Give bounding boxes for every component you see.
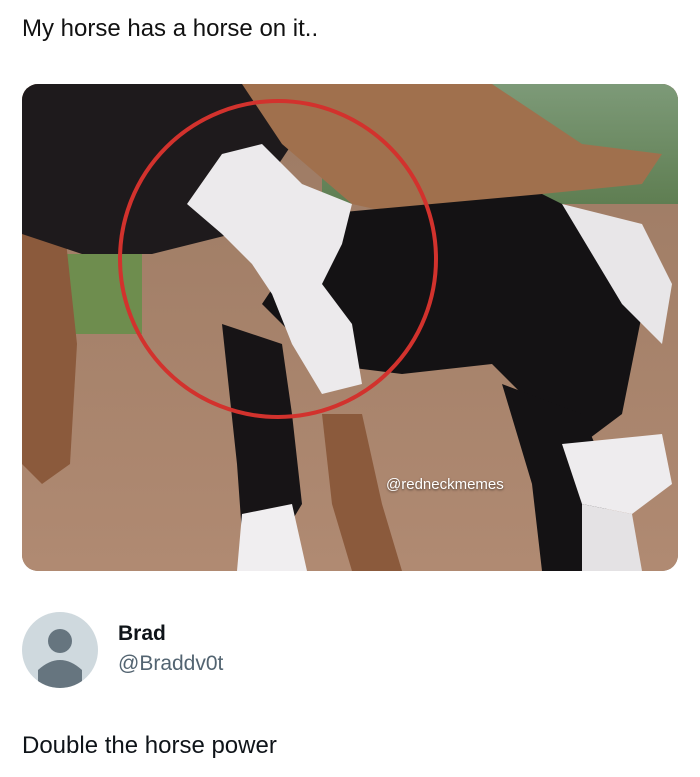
author-name[interactable]: Brad bbox=[118, 622, 166, 646]
reply-author[interactable]: Brad @Braddv0t bbox=[22, 612, 422, 690]
post-image[interactable]: @redneckmemes bbox=[22, 84, 678, 571]
post-text: My horse has a horse on it.. bbox=[22, 15, 319, 42]
default-avatar-icon[interactable] bbox=[22, 612, 98, 688]
image-watermark: @redneckmemes bbox=[386, 476, 504, 493]
author-handle[interactable]: @Braddv0t bbox=[118, 652, 223, 676]
reply-text: Double the horse power bbox=[22, 732, 277, 759]
horse-photo bbox=[22, 84, 678, 571]
